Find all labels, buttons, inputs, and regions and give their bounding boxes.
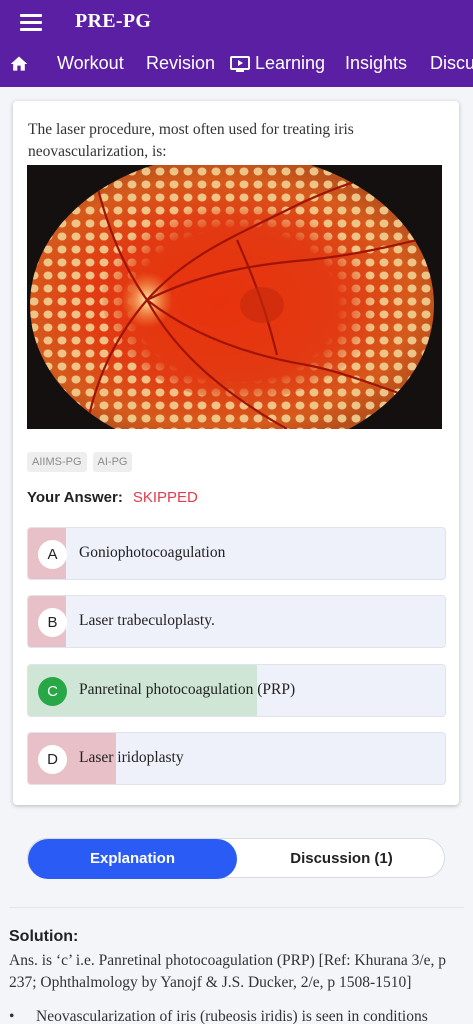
divider bbox=[9, 907, 464, 908]
tab-learning[interactable]: Learning bbox=[255, 53, 325, 74]
fundus-photograph bbox=[27, 165, 442, 429]
hamburger-menu-icon[interactable] bbox=[20, 14, 42, 31]
explanation-discussion-toggle: Explanation Discussion (1) bbox=[27, 838, 446, 879]
your-answer: Your Answer: SKIPPED bbox=[27, 489, 198, 506]
tab-revision[interactable]: Revision bbox=[146, 53, 215, 74]
option-c-letter: C bbox=[38, 677, 67, 706]
option-d-text: Laser iridoplasty bbox=[79, 749, 184, 766]
option-c[interactable]: C Panretinal photocoagulation (PRP) bbox=[27, 664, 446, 717]
option-b[interactable]: B Laser trabeculoplasty. bbox=[27, 595, 446, 648]
your-answer-label: Your Answer: bbox=[27, 489, 123, 506]
option-a[interactable]: A Goniophotocoagulation bbox=[27, 527, 446, 580]
tag-ai-pg: AI-PG bbox=[92, 452, 133, 472]
tag-aiims-pg: AIIMS-PG bbox=[27, 452, 87, 472]
solution-bullet-text: Neovascularization of iris (rubeosis iri… bbox=[36, 1008, 428, 1024]
tab-insights[interactable]: Insights bbox=[345, 53, 407, 74]
question-card: The laser procedure, most often used for… bbox=[13, 101, 459, 805]
option-d-letter: D bbox=[38, 745, 67, 774]
solution-bullet: • Neovascularization of iris (rubeosis ir… bbox=[9, 1008, 464, 1024]
tab-discussion-count[interactable]: Discussion (1) bbox=[237, 839, 446, 879]
option-a-text: Goniophotocoagulation bbox=[79, 544, 226, 561]
option-d[interactable]: D Laser iridoplasty bbox=[27, 732, 446, 785]
tab-workout[interactable]: Workout bbox=[57, 53, 124, 74]
answer-status: SKIPPED bbox=[132, 489, 198, 506]
option-c-text: Panretinal photocoagulation (PRP) bbox=[79, 681, 296, 698]
app-title: PRE-PG bbox=[75, 10, 152, 32]
app-header: PRE-PG Workout Revision Learning Insight… bbox=[0, 0, 473, 87]
tab-explanation[interactable]: Explanation bbox=[28, 839, 237, 879]
solution-text: Ans. is ‘c’ i.e. Panretinal photocoagula… bbox=[9, 952, 447, 991]
play-screen-icon bbox=[230, 56, 250, 72]
tab-discussion[interactable]: Discu bbox=[430, 53, 473, 74]
home-icon[interactable] bbox=[9, 54, 29, 74]
bullet-dot: • bbox=[9, 1008, 15, 1024]
exam-tags: AIIMS-PG AI-PG bbox=[27, 452, 138, 472]
option-b-letter: B bbox=[38, 608, 67, 637]
option-b-text: Laser trabeculoplasty. bbox=[79, 612, 215, 629]
question-text: The laser procedure, most often used for… bbox=[28, 121, 354, 160]
option-a-letter: A bbox=[38, 540, 67, 569]
solution-title: Solution: bbox=[9, 928, 79, 945]
